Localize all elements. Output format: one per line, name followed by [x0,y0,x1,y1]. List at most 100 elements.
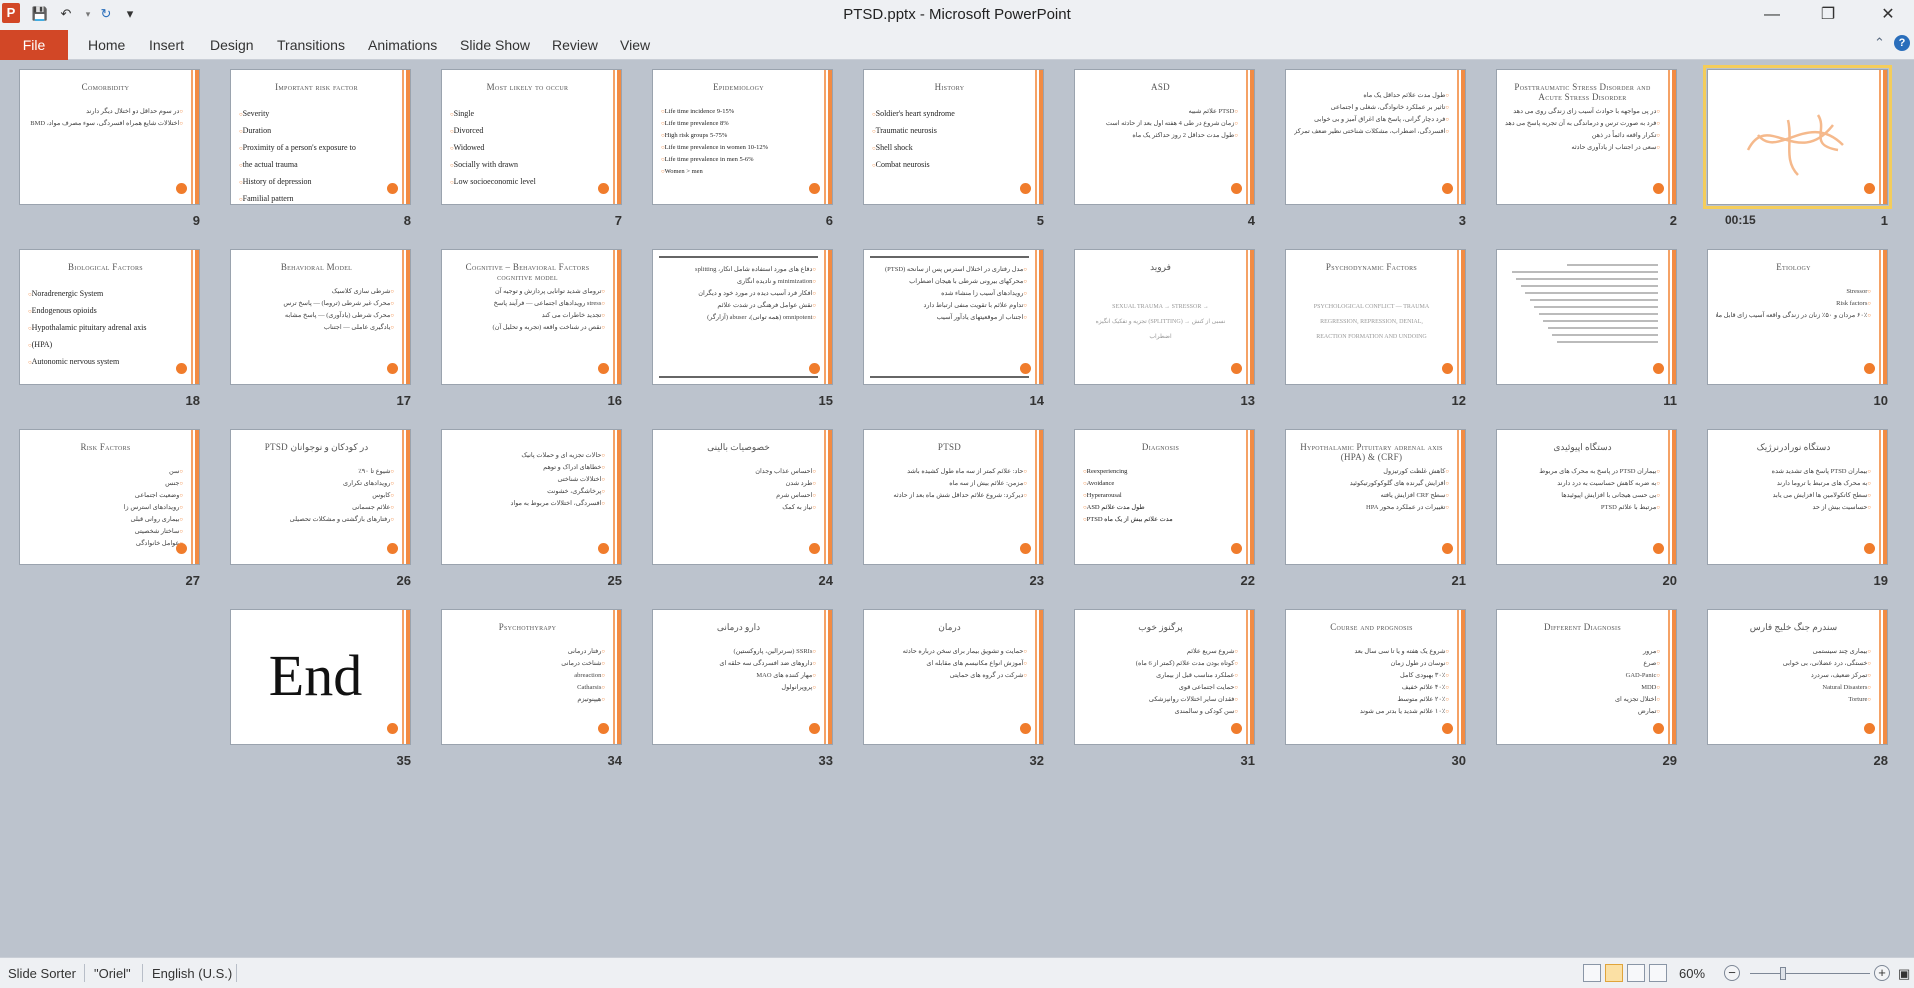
slide-bullet: دیرکرد: شروع علائم حداقل شش ماه بعد از ح… [872,490,1027,502]
zoom-slider[interactable] [1750,973,1870,974]
slide-accent-stripe [1034,70,1043,204]
slide-thumbnail[interactable]: دستگاه نورادرنرژیک بیماران PTSD پاسخ های … [1707,429,1888,565]
slide-thumbnail[interactable]: End [230,609,411,745]
slide-bullet: شناخت درمانی [450,658,605,670]
language-indicator[interactable]: English (U.S.) [152,966,232,981]
slide-body: در سوم حداقل دو اختلال دیگر دارنداختلالا… [28,106,183,130]
slide-accent-dot [809,543,820,554]
slide-accent-dot [1020,543,1031,554]
slide-number: 20 [1662,573,1677,588]
slide-thumbnail[interactable]: EpidemiologyLife time incidence 9-15%Lif… [652,69,833,205]
slide-thumbnail[interactable]: حالات تجزیه ای و حملات پانیکخطاهای ادراک… [441,429,622,565]
slide-body: ترومای شدید توانایی پردازش و توجیه آنstr… [450,286,605,334]
slide-thumbnail[interactable]: Diagnosis ReexperiencingAvoidanceHyperaro… [1074,429,1255,565]
tab-view[interactable]: View [620,30,650,60]
tab-file[interactable]: File [0,30,68,60]
slide-thumbnail[interactable]: Psychothyrapy رفتار درمانیشناخت درمانیabr… [441,609,622,745]
slide-thumbnail[interactable]: فروید SEXUAL TRAUMA → STRESSOR → تجزیه و ت… [1074,249,1255,385]
zoom-out-icon[interactable]: − [1724,965,1740,981]
slide-thumbnail[interactable]: Posttraumatic Stress Disorder and Acute … [1496,69,1677,205]
fit-to-window-icon[interactable]: ▣ [1898,966,1910,982]
help-icon[interactable]: ? [1894,35,1910,51]
slide-thumbnail[interactable]: Most likely to occur SingleDivorcedWidowe… [441,69,622,205]
tab-animations[interactable]: Animations [368,30,437,60]
title-bar: P 💾 ↶ ▾ ↻ ▾ PTSD.pptx - Microsoft PowerP… [0,0,1914,30]
slide-bullet: Combat neurosis [872,157,1027,174]
slide-thumbnail[interactable] [1703,65,1892,209]
slide-accent-dot [1442,363,1453,374]
slide-thumbnail[interactable]: مدل رفتاری در اختلال استرس پس از سانحه (… [863,249,1044,385]
slide-accent-dot [1020,723,1031,734]
slide-body: حاد: علائم کمتر از سه ماه طول کشیده باشد… [872,466,1027,502]
slide-bullet: شروع یک هفته و یا تا سی سال بعد [1294,646,1449,658]
slide-thumbnail[interactable]: Etiology StressorRisk factors۶۰٪ مردان و … [1707,249,1888,385]
slide-thumbnail[interactable]: درمان حمایت و تشویق بیمار برای سخن درباره… [863,609,1044,745]
slide-thumbnail[interactable] [1496,249,1677,385]
slide-bullet: SEXUAL TRAUMA → STRESSOR → [1112,304,1209,310]
zoom-in-icon[interactable]: + [1874,965,1890,981]
slide-title: Cognitive – Behavioral Factors cognitive… [465,262,590,282]
slide-body: دفاع های مورد استفاده شامل انکار، splitt… [661,264,816,324]
slide-bullet: Avoidance [1083,478,1238,490]
slide-thumbnail[interactable]: دفاع های مورد استفاده شامل انکار، splitt… [652,249,833,385]
slide-accent-dot [387,183,398,194]
slide-thumbnail[interactable]: Biological Factors Noradrenergic SystemEn… [19,249,200,385]
tab-transitions[interactable]: Transitions [277,30,345,60]
slide-thumbnail[interactable]: PTSD حاد: علائم کمتر از سه ماه طول کشیده … [863,429,1044,565]
slide-thumbnail[interactable]: سندرم جنگ خلیج فارس بیماری چند سیستمیخستگ… [1707,609,1888,745]
slide-thumbnail[interactable]: Hypothalamic Pituitary adrenal axis (HPA… [1285,429,1466,565]
restore-icon[interactable]: ❐ [1808,2,1848,28]
slide-thumbnail[interactable]: PTSD در کودکان و نوجوانان شیوع تا ۹۰٪روید… [230,429,411,565]
tab-insert[interactable]: Insert [149,30,184,60]
slide-bullet: Women > men [661,166,816,178]
slide-accent-stripe [612,430,621,564]
slide-thumbnail[interactable]: خصوصیات بالینی احساس عذاب وجدانطرد شدناحس… [652,429,833,565]
slide-thumbnail[interactable]: Comorbidity در سوم حداقل دو اختلال دیگر د… [19,69,200,205]
tab-review[interactable]: Review [552,30,598,60]
slide-thumbnail[interactable]: Behavioral Model شرطی سازی کلاسیکمحرک غیر… [230,249,411,385]
slide-thumbnail[interactable]: Different Diagnosis مرورصرعGAD-PanicMDDاخ… [1496,609,1677,745]
zoom-slider-thumb[interactable] [1780,967,1787,980]
slide-thumbnail[interactable]: History Soldier's heart syndromeTraumatic… [863,69,1044,205]
slide-number: 34 [607,753,622,768]
slide-accent-stripe [1245,610,1254,744]
minimize-ribbon-icon[interactable]: ⌃ [1874,35,1885,51]
slide-title: ASD [1151,82,1170,92]
slide-thumbnail[interactable]: دارو درمانی SSRIs (سرترالین، پاروکستین)دا… [652,609,833,745]
slide-thumbnail[interactable]: Course and prognosis شروع یک هفته و یا تا… [1285,609,1466,745]
tab-slide-show[interactable]: Slide Show [460,30,530,60]
close-icon[interactable]: ✕ [1868,2,1908,28]
slide-thumbnail[interactable]: Important risk factor SeverityDurationPro… [230,69,411,205]
zoom-level[interactable]: 60% [1679,966,1705,981]
slide-accent-stripe [1878,250,1887,384]
slide-body: رفتار درمانیشناخت درمانیabreactionCathar… [450,646,605,706]
slide-thumbnail[interactable]: Risk Factors سنجنسوضعیت اجتماعیرویدادهای … [19,429,200,565]
slide-bullet: فرد دچار گرانی، پاسخ های اغراق آمیز و بی… [1294,114,1449,126]
slide-thumbnail[interactable]: پرگنوز خوب شروع سریع علائمکوتاه بودن مدت … [1074,609,1255,745]
slide-bullet: طول مدت حداقل 2 روز حداکثر یک ماه [1083,130,1238,142]
slide-title: Course and prognosis [1330,622,1413,632]
slide-thumbnail[interactable]: طول مدت علائم حداقل یک ماهتاثیر بر عملکر… [1285,69,1466,205]
slide-bullet: محرک غیر شرطی (تروما) — پاسخ ترس [239,298,394,310]
slide-bullet: Socially with drawn [450,157,605,174]
tab-home[interactable]: Home [88,30,125,60]
slide-title: History [934,82,965,92]
slide-number: 2 [1669,213,1677,228]
slideshow-view-icon[interactable] [1649,964,1667,982]
slide-thumbnail[interactable]: Psychodynamic Factors PSYCHOLOGICAL CONFL… [1285,249,1466,385]
slide-bullet: Hypothalamic pituitary adrenal axis [28,320,183,337]
slide-thumbnail[interactable]: Cognitive – Behavioral Factors cognitive… [441,249,622,385]
slide-bullet: Traumatic neurosis [872,123,1027,140]
slide-accent-stripe [1034,610,1043,744]
slide-thumbnail[interactable]: ASD PTSD علائم شبیهزمان شروع در طی 4 هفته… [1074,69,1255,205]
minimize-icon[interactable]: — [1752,2,1792,28]
slide-sorter-view-icon[interactable] [1605,964,1623,982]
tab-design[interactable]: Design [210,30,254,60]
reading-view-icon[interactable] [1627,964,1645,982]
slide-thumbnail[interactable]: دستگاه اپیوئیدی بیماران PTSD در پاسخ به م… [1496,429,1677,565]
slide-sorter-pane[interactable]: 1 00:15 Posttraumatic Stress Disorder and … [0,61,1914,957]
slide-bullet: خطاهای ادراک و توهم [450,462,605,474]
slide-title: دستگاه اپیوئیدی [1553,442,1612,452]
theme-name[interactable]: "Oriel" [94,966,131,981]
normal-view-icon[interactable] [1583,964,1601,982]
